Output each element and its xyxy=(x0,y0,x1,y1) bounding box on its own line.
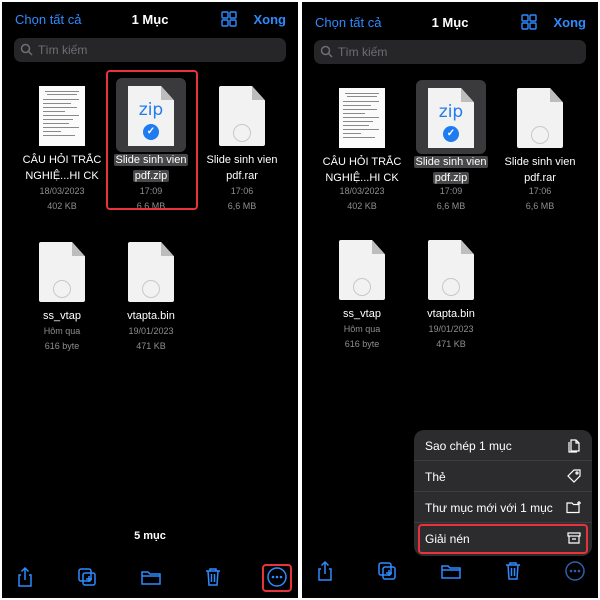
file-name: Slide sinh vien xyxy=(504,156,576,168)
file-item[interactable]: Slide sinh vien pdf.rar 17:06 6,6 MB xyxy=(492,88,588,218)
file-name: pdf.rar xyxy=(226,170,258,182)
file-date: Hôm qua xyxy=(43,326,81,336)
files-screen-right: Chọn tất cả 1 Mục Xong Tìm kiếm CÂU HỎI … xyxy=(302,2,598,598)
grid-view-icon[interactable] xyxy=(520,13,538,31)
search-field[interactable]: Tìm kiếm xyxy=(314,40,586,64)
highlight-box xyxy=(418,524,588,554)
share-icon[interactable] xyxy=(314,560,336,582)
generic-file-icon xyxy=(428,240,474,300)
generic-file-icon xyxy=(128,242,174,302)
file-size: 616 byte xyxy=(44,341,80,351)
pdf-document-thumbnail xyxy=(39,86,85,146)
file-date: 19/01/2023 xyxy=(128,326,174,336)
file-name: CÂU HỎI TRẮC xyxy=(322,156,402,168)
file-size: 616 byte xyxy=(344,339,380,349)
duplicate-icon[interactable] xyxy=(376,560,398,582)
zip-icon: zip xyxy=(438,102,464,122)
checkmark-icon: ✓ xyxy=(443,126,459,142)
file-date: 17:06 xyxy=(528,186,552,196)
share-icon[interactable] xyxy=(14,566,36,588)
file-item[interactable]: CÂU HỎI TRẮC NGHIỆ...HI CK 18/03/2023 40… xyxy=(14,86,110,216)
file-name: vtapta.bin xyxy=(127,310,175,322)
select-all-button[interactable]: Chọn tất cả xyxy=(315,15,382,30)
generic-file-icon xyxy=(219,86,265,146)
items-count-label: 5 mục xyxy=(134,530,166,542)
file-item[interactable]: ss_vtap Hôm qua 616 byte xyxy=(14,242,110,372)
file-date: 18/03/2023 xyxy=(339,186,385,196)
file-item[interactable]: vtapta.bin 19/01/2023 471 KB xyxy=(403,240,499,370)
file-item[interactable]: vtapta.bin 19/01/2023 471 KB xyxy=(103,242,199,372)
file-name: Slide sinh vien xyxy=(206,154,278,166)
folder-icon[interactable] xyxy=(140,566,162,588)
file-name: pdf.rar xyxy=(524,172,556,184)
search-icon xyxy=(320,45,333,58)
highlight-box xyxy=(106,70,198,210)
done-button[interactable]: Xong xyxy=(254,12,287,27)
tag-icon xyxy=(566,468,582,484)
file-size: 402 KB xyxy=(347,201,377,211)
grid-view-icon[interactable] xyxy=(220,10,238,28)
copy-doc-icon xyxy=(566,437,582,453)
select-all-button[interactable]: Chọn tất cả xyxy=(15,12,82,27)
file-item[interactable]: Slide sinh vien pdf.rar 17:06 6,6 MB xyxy=(194,86,290,216)
file-name: CÂU HỎI TRẮC xyxy=(22,154,102,166)
file-date: 18/03/2023 xyxy=(39,186,85,196)
file-name: pdf.zip xyxy=(432,172,470,184)
file-item-selected[interactable]: zip ✓ Slide sinh vien pdf.zip 17:09 6,6 … xyxy=(403,80,499,218)
menu-item-label: Thư mục mới với 1 mục xyxy=(425,501,553,515)
menu-item-tags[interactable]: Thẻ xyxy=(414,461,592,492)
pdf-document-thumbnail xyxy=(339,88,385,148)
generic-file-icon xyxy=(39,242,85,302)
generic-file-icon xyxy=(517,88,563,148)
more-icon[interactable] xyxy=(564,560,586,582)
top-bar: Chọn tất cả 1 Mục Xong xyxy=(2,10,298,34)
file-item[interactable]: CÂU HỎI TRẮC NGHIỆ...HI CK 18/03/2023 40… xyxy=(314,88,410,218)
file-size: 6,6 MB xyxy=(436,201,466,211)
duplicate-icon[interactable] xyxy=(76,566,98,588)
file-name: Slide sinh vien xyxy=(413,156,489,168)
file-size: 6,6 MB xyxy=(525,201,555,211)
menu-item-new-folder[interactable]: Thư mục mới với 1 mục xyxy=(414,492,592,523)
search-icon xyxy=(20,43,33,56)
highlight-box xyxy=(262,564,292,592)
file-name: ss_vtap xyxy=(343,308,381,320)
search-placeholder: Tìm kiếm xyxy=(38,43,88,57)
file-name: ss_vtap xyxy=(43,310,81,322)
file-size: 6,6 MB xyxy=(227,201,257,211)
generic-file-icon xyxy=(339,240,385,300)
file-size: 471 KB xyxy=(436,339,466,349)
search-field[interactable]: Tìm kiếm xyxy=(14,38,286,62)
file-item[interactable]: ss_vtap Hôm qua 616 byte xyxy=(314,240,410,370)
menu-item-duplicate[interactable]: Sao chép 1 mục xyxy=(414,430,592,461)
new-folder-icon xyxy=(566,499,582,515)
bottom-toolbar xyxy=(302,556,598,586)
file-date: 19/01/2023 xyxy=(428,324,474,334)
trash-icon[interactable] xyxy=(502,560,524,582)
top-bar: Chọn tất cả 1 Mục Xong xyxy=(302,13,598,37)
bottom-toolbar xyxy=(2,562,298,592)
menu-item-label: Thẻ xyxy=(425,470,446,484)
file-date: Hôm qua xyxy=(343,324,381,334)
search-placeholder: Tìm kiếm xyxy=(338,45,388,59)
zip-file-thumbnail: zip ✓ xyxy=(416,80,486,154)
trash-icon[interactable] xyxy=(202,566,224,588)
file-date: 17:06 xyxy=(230,186,254,196)
file-date: 17:09 xyxy=(439,186,463,196)
file-size: 471 KB xyxy=(136,341,166,351)
file-name: NGHIỆ...HI CK xyxy=(325,172,399,184)
menu-item-label: Sao chép 1 mục xyxy=(425,439,512,453)
file-name: NGHIỆ...HI CK xyxy=(25,170,99,182)
file-name: vtapta.bin xyxy=(427,308,475,320)
file-size: 402 KB xyxy=(47,201,77,211)
done-button[interactable]: Xong xyxy=(554,15,587,30)
folder-icon[interactable] xyxy=(440,560,462,582)
files-screen-left: Chọn tất cả 1 Mục Xong Tìm kiếm CÂU HỎI … xyxy=(2,2,298,598)
